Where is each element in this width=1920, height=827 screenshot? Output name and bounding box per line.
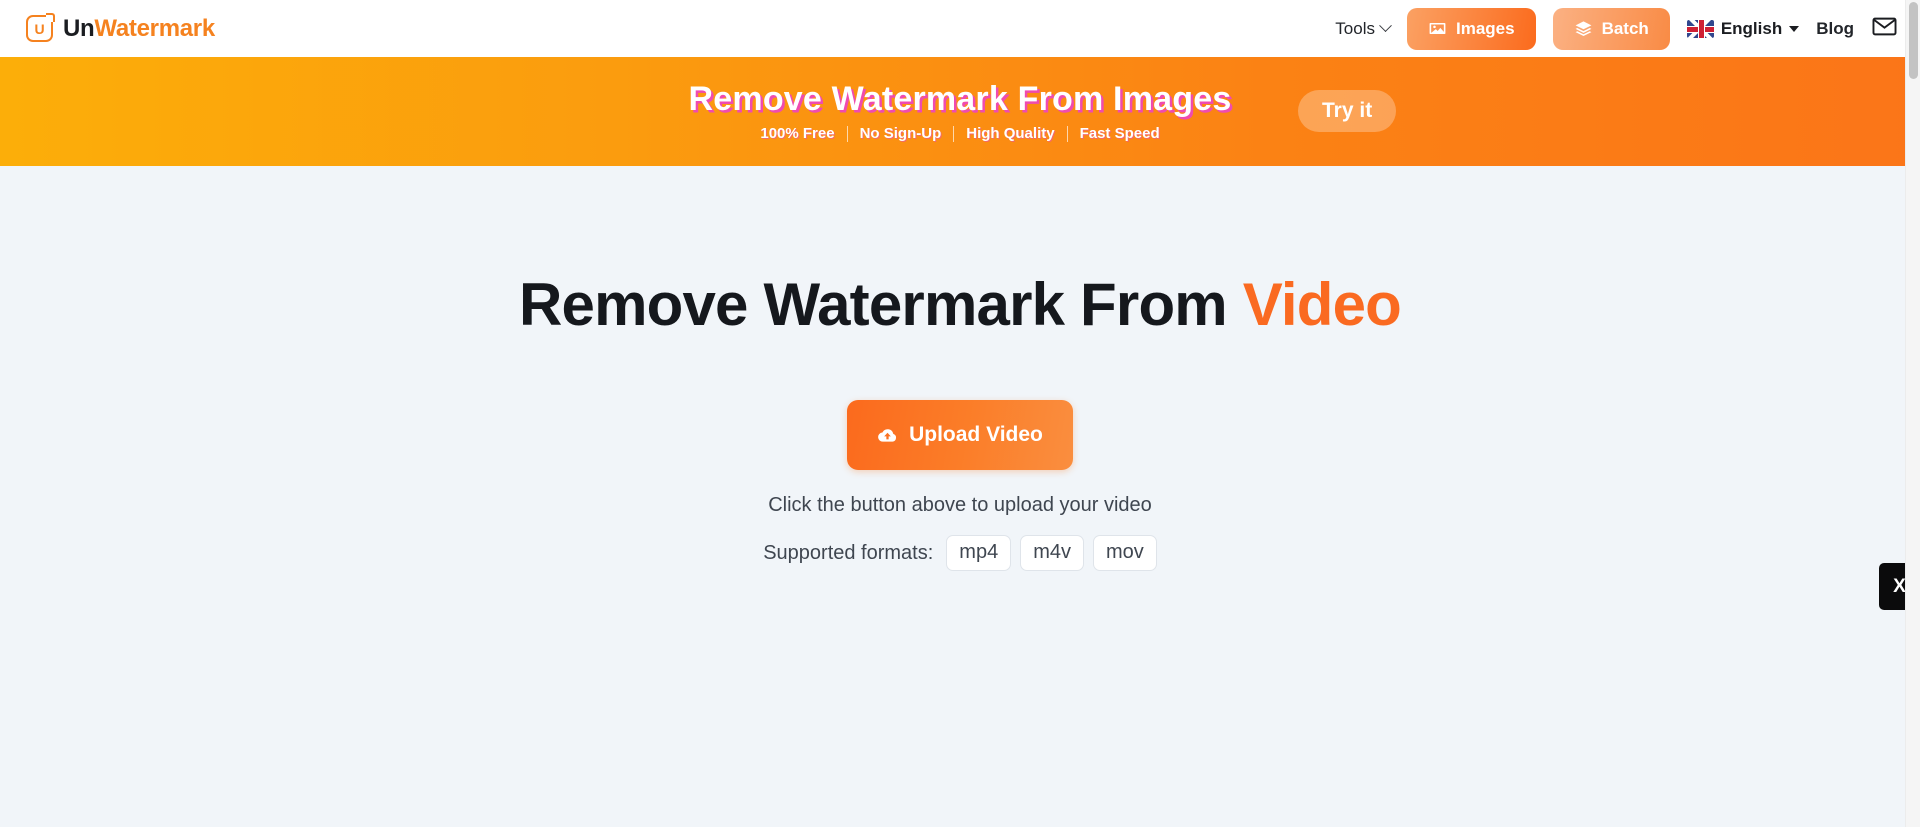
- promo-banner-text: Remove Watermark From Images 100% Free N…: [688, 79, 1232, 142]
- unwatermark-logo-icon: U: [26, 13, 55, 42]
- nav-blog-label: Blog: [1816, 18, 1854, 38]
- upload-video-button[interactable]: Upload Video: [847, 400, 1073, 470]
- language-label: English: [1720, 18, 1783, 38]
- promo-banner-inner: Remove Watermark From Images 100% Free N…: [0, 79, 1920, 142]
- page-title-primary: Remove Watermark From: [518, 271, 1228, 338]
- nav-tools-menu[interactable]: Tools: [1335, 18, 1392, 39]
- image-icon: [1428, 19, 1447, 38]
- logo-text-primary: Un: [63, 14, 95, 42]
- cloud-upload-icon: [877, 425, 898, 446]
- logo[interactable]: U UnWatermark: [26, 13, 215, 43]
- format-chip-mp4: mp4: [946, 535, 1012, 571]
- promo-feature: No Sign-Up: [859, 125, 942, 143]
- promo-banner-title: Remove Watermark From Images: [688, 79, 1232, 118]
- batch-button[interactable]: Batch: [1552, 7, 1670, 50]
- nav-tools-label: Tools: [1335, 18, 1375, 38]
- flag-cross-vertical: [1697, 19, 1705, 38]
- logo-text-accent: Watermark: [94, 14, 215, 42]
- side-widget-label: X: [1893, 576, 1906, 597]
- chevron-down-icon: [1789, 25, 1800, 32]
- upload-video-button-label: Upload Video: [909, 423, 1043, 446]
- vertical-scrollbar[interactable]: [1905, 0, 1920, 827]
- logo-mark-letter: U: [34, 20, 45, 37]
- logo-text: UnWatermark: [63, 15, 215, 43]
- images-button[interactable]: Images: [1406, 7, 1536, 50]
- supported-formats-label: Supported formats:: [763, 541, 934, 564]
- header-nav: Tools Images Batch English Blog: [1335, 7, 1898, 50]
- envelope-icon[interactable]: [1871, 13, 1898, 45]
- promo-feature: High Quality: [966, 125, 1055, 143]
- main-content: Remove Watermark From Video Upload Video…: [0, 166, 1920, 827]
- batch-button-label: Batch: [1601, 18, 1649, 38]
- format-chip-m4v: m4v: [1020, 535, 1084, 571]
- upload-hint: Click the button above to upload your vi…: [768, 494, 1152, 516]
- promo-banner[interactable]: Remove Watermark From Images 100% Free N…: [0, 57, 1920, 166]
- supported-formats: Supported formats: mp4 m4v mov: [0, 535, 1920, 571]
- try-it-button[interactable]: Try it: [1298, 90, 1397, 133]
- scrollbar-thumb[interactable]: [1909, 2, 1918, 79]
- chevron-down-icon: [1379, 19, 1392, 33]
- page-title: Remove Watermark From Video: [0, 272, 1920, 338]
- nav-blog-link[interactable]: Blog: [1816, 19, 1854, 39]
- promo-banner-features: 100% Free No Sign-Up High Quality Fast S…: [689, 125, 1232, 142]
- language-selector[interactable]: English: [1686, 18, 1800, 39]
- uk-flag-icon: [1686, 19, 1714, 38]
- format-chip-mov: mov: [1093, 535, 1157, 571]
- logo-corner-tick: [46, 13, 55, 22]
- page-title-accent: Video: [1242, 271, 1402, 338]
- promo-feature: Fast Speed: [1079, 125, 1160, 143]
- site-header: U UnWatermark Tools Images Batch English…: [0, 0, 1920, 57]
- images-button-label: Images: [1455, 18, 1515, 38]
- layers-icon: [1574, 19, 1593, 38]
- promo-feature: 100% Free: [760, 125, 835, 143]
